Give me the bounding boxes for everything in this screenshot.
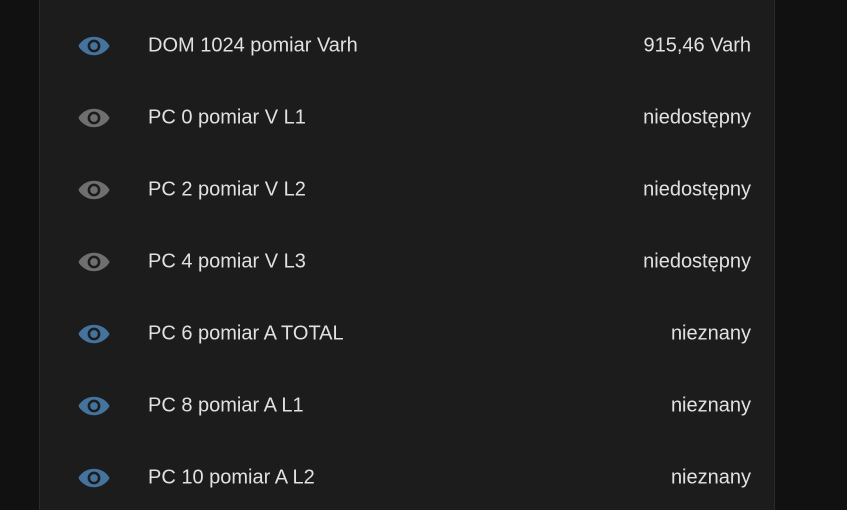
entity-name[interactable]: PC 0 pomiar V L1	[148, 107, 306, 130]
eye-icon[interactable]	[77, 34, 111, 58]
eye-icon[interactable]	[77, 106, 111, 130]
entity-state[interactable]: nieznany	[671, 323, 751, 346]
eye-icon[interactable]	[77, 250, 111, 274]
entity-state[interactable]: nieznany	[671, 395, 751, 418]
entity-row[interactable]: DOM 1024 pomiar Varh 915,46 Varh	[40, 10, 774, 82]
entity-row[interactable]: PC 4 pomiar V L3 niedostępny	[40, 226, 774, 298]
entity-state[interactable]: niedostępny	[643, 107, 751, 130]
entity-name[interactable]: DOM 1024 pomiar Varh	[148, 35, 358, 58]
entity-state[interactable]: nieznany	[671, 467, 751, 490]
entity-name[interactable]: PC 4 pomiar V L3	[148, 251, 306, 274]
entity-name[interactable]: PC 2 pomiar V L2	[148, 179, 306, 202]
entity-name[interactable]: PC 6 pomiar A TOTAL	[148, 323, 344, 346]
entity-name[interactable]: PC 8 pomiar A L1	[148, 395, 304, 418]
entity-row[interactable]: PC 2 pomiar V L2 niedostępny	[40, 154, 774, 226]
entities-card: DOM 1024 pomiar Varh 915,46 Varh PC 0 po…	[39, 0, 775, 510]
entity-row[interactable]: PC 8 pomiar A L1 nieznany	[40, 370, 774, 442]
eye-icon[interactable]	[77, 466, 111, 490]
eye-icon[interactable]	[77, 394, 111, 418]
entity-state[interactable]: niedostępny	[643, 251, 751, 274]
page: DOM 1024 pomiar Varh 915,46 Varh PC 0 po…	[0, 0, 847, 510]
entity-state[interactable]: niedostępny	[643, 179, 751, 202]
eye-icon[interactable]	[77, 322, 111, 346]
entity-row[interactable]: PC 6 pomiar A TOTAL nieznany	[40, 298, 774, 370]
eye-icon[interactable]	[77, 178, 111, 202]
entity-row[interactable]: PC 0 pomiar V L1 niedostępny	[40, 82, 774, 154]
entity-name[interactable]: PC 10 pomiar A L2	[148, 467, 315, 490]
entity-row[interactable]: PC 10 pomiar A L2 nieznany	[40, 442, 774, 510]
entity-state[interactable]: 915,46 Varh	[644, 35, 752, 58]
